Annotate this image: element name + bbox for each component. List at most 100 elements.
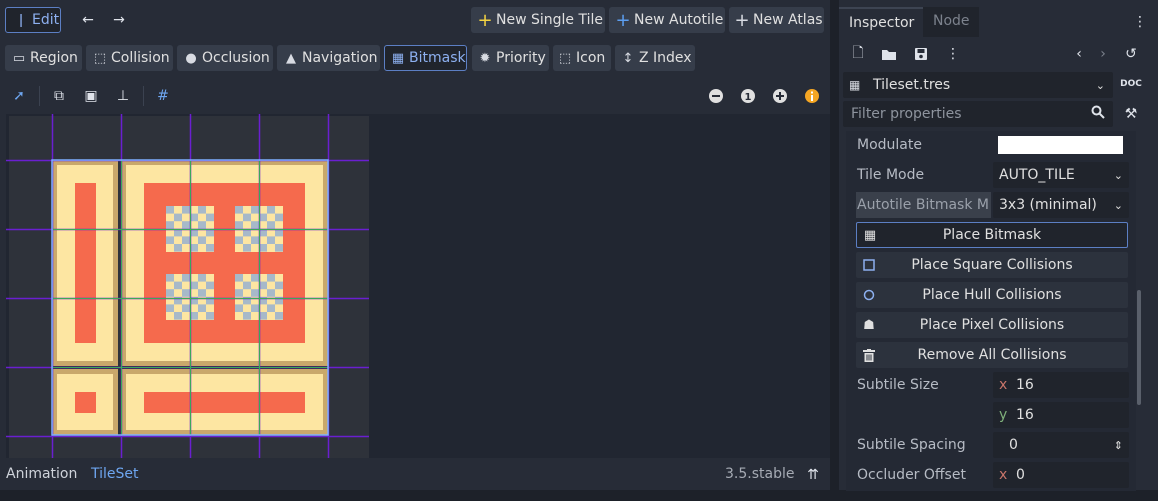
tab-node[interactable]: Node (923, 7, 979, 37)
place-square-collisions-button[interactable]: Place Square Collisions (856, 252, 1128, 278)
icon-mode-icon: ⬚ (558, 50, 572, 66)
history-forward-icon[interactable]: › (1093, 44, 1113, 64)
modulate-label: Modulate (857, 137, 922, 153)
subtile-size-y-field[interactable]: y 16 (993, 402, 1129, 428)
edit-icon: ǀ (19, 12, 23, 28)
y-axis-label: y (999, 407, 1008, 423)
history-icon[interactable]: ↺ (1121, 44, 1141, 64)
region-icon: ▭ (12, 50, 26, 66)
collision-icon: ⬚ (93, 50, 107, 66)
tab-occlusion-label: Occlusion (202, 50, 270, 66)
place-pixel-collisions-button[interactable]: ☗ Place Pixel Collisions (856, 312, 1128, 338)
tab-region-label: Region (30, 50, 78, 66)
place-pixel-collisions-label: Place Pixel Collisions (919, 317, 1065, 333)
zoom-in-icon[interactable] (770, 86, 790, 106)
tab-region[interactable]: ▭ Region (5, 45, 82, 71)
trash-icon (856, 348, 882, 362)
tab-icon-label: Icon (576, 50, 606, 66)
x-axis-label: x (999, 467, 1008, 483)
priority-icon: ✹ (479, 50, 491, 66)
save-icon[interactable] (911, 44, 931, 64)
pixel-collision-icon: ☗ (863, 317, 875, 333)
tile-mode-label: Tile Mode (857, 167, 925, 183)
resource-selector[interactable]: ▦ Tileset.tres ⌄ (843, 72, 1113, 98)
zoom-reset-icon[interactable]: 1 (738, 86, 758, 106)
new-autotile-label: New Autotile (634, 12, 724, 28)
plus-blue-icon: + (615, 9, 631, 31)
toolbar-divider (143, 86, 144, 106)
subtile-spacing-spinbox[interactable]: 0 ⇕ (993, 432, 1129, 458)
new-autotile-button[interactable]: + New Autotile (609, 7, 725, 33)
tab-icon[interactable]: ⬚ Icon (553, 45, 611, 71)
new-resource-icon[interactable]: 🗋 (848, 44, 868, 64)
new-single-tile-button[interactable]: + New Single Tile (471, 7, 605, 33)
zoom-reset-label: 1 (745, 92, 752, 103)
tab-bitmask[interactable]: ▦ Bitmask (384, 45, 467, 71)
square-icon (856, 259, 882, 271)
resource-icon: ▦ (849, 78, 861, 92)
tab-z-index[interactable]: ↕ Z Index (615, 45, 695, 71)
chevron-down-icon: ⌄ (1113, 168, 1123, 182)
resource-name: Tileset.tres (873, 77, 951, 93)
grid-icon: ▦ (863, 227, 877, 243)
object-tools-icon[interactable]: ⚒ (1121, 104, 1141, 124)
x-axis-label: x (999, 377, 1008, 393)
history-back-icon[interactable]: ‹ (1069, 44, 1089, 64)
inspector-scrollbar[interactable] (1137, 290, 1141, 405)
open-folder-icon[interactable] (879, 44, 899, 64)
new-atlas-label: New Atlas (753, 12, 823, 28)
tab-collision-label: Collision (111, 50, 170, 66)
chevron-down-icon: ⌄ (1095, 78, 1105, 92)
edit-label: Edit (32, 12, 60, 28)
tab-navigation-label: Navigation (302, 50, 378, 66)
subtile-spacing-label: Subtile Spacing (857, 437, 966, 453)
filter-properties-input[interactable]: Filter properties (843, 101, 1113, 127)
edit-button[interactable]: ǀ Edit (5, 7, 61, 33)
tab-tileset[interactable]: TileSet (91, 466, 139, 482)
occluder-offset-x-field[interactable]: x 0 (993, 462, 1129, 488)
subtile-size-y-value: 16 (1016, 407, 1034, 423)
z-index-icon: ↕ (622, 50, 634, 66)
autotile-bitmask-dropdown[interactable]: 3x3 (minimal) ⌄ (993, 192, 1129, 218)
tab-collision[interactable]: ⬚ Collision (86, 45, 173, 71)
spin-arrows-icon: ⇕ (1113, 438, 1123, 452)
toolbar-divider (39, 86, 40, 106)
occluder-offset-label: Occluder Offset (857, 467, 966, 483)
erase-icon[interactable]: ⊥ (113, 86, 133, 106)
place-bitmask-button[interactable]: ▦ Place Bitmask (856, 222, 1128, 248)
more-options-icon[interactable]: ⋮ (943, 44, 963, 64)
select-arrow-icon[interactable]: ➚ (9, 86, 29, 106)
menu-kebab-icon[interactable]: ⋮ (1130, 12, 1150, 32)
filter-placeholder: Filter properties (851, 106, 962, 122)
place-square-collisions-label: Place Square Collisions (911, 257, 1073, 273)
doc-icon[interactable]: DOC (1120, 74, 1142, 94)
expand-panel-icon[interactable]: ⇈ (803, 465, 823, 485)
tab-navigation[interactable]: ▲ Navigation (277, 45, 380, 71)
circle-icon (856, 289, 882, 301)
bitmask-icon: ▦ (391, 50, 405, 66)
modulate-color-swatch[interactable] (998, 136, 1123, 154)
place-hull-collisions-button[interactable]: Place Hull Collisions (856, 282, 1128, 308)
copy-icon[interactable]: ⧉ (49, 86, 69, 106)
tileset-viewport[interactable] (6, 114, 830, 458)
forward-arrow-icon[interactable]: → (109, 10, 129, 30)
tile-mode-value: AUTO_TILE (999, 167, 1075, 183)
tab-priority[interactable]: ✹ Priority (472, 45, 549, 71)
subtile-size-x-field[interactable]: x 16 (993, 372, 1129, 398)
search-icon (1091, 105, 1105, 123)
tab-inspector[interactable]: Inspector (839, 7, 923, 37)
remove-all-collisions-button[interactable]: Remove All Collisions (856, 342, 1128, 368)
tab-animation[interactable]: Animation (6, 466, 77, 482)
tileset-texture[interactable] (6, 114, 830, 458)
info-icon[interactable] (802, 86, 822, 106)
zoom-out-icon[interactable] (706, 86, 726, 106)
plus-icon: + (734, 9, 750, 31)
tab-occlusion[interactable]: ● Occlusion (177, 45, 273, 71)
grid-snap-icon[interactable]: # (153, 86, 173, 106)
new-atlas-button[interactable]: + New Atlas (729, 7, 824, 33)
autotile-bitmask-label: Autotile Bitmask M (857, 197, 989, 213)
paste-icon[interactable]: ▣ (81, 86, 101, 106)
back-arrow-icon[interactable]: ← (78, 10, 98, 30)
occluder-offset-x-value: 0 (1016, 467, 1025, 483)
tile-mode-dropdown[interactable]: AUTO_TILE ⌄ (993, 162, 1129, 188)
